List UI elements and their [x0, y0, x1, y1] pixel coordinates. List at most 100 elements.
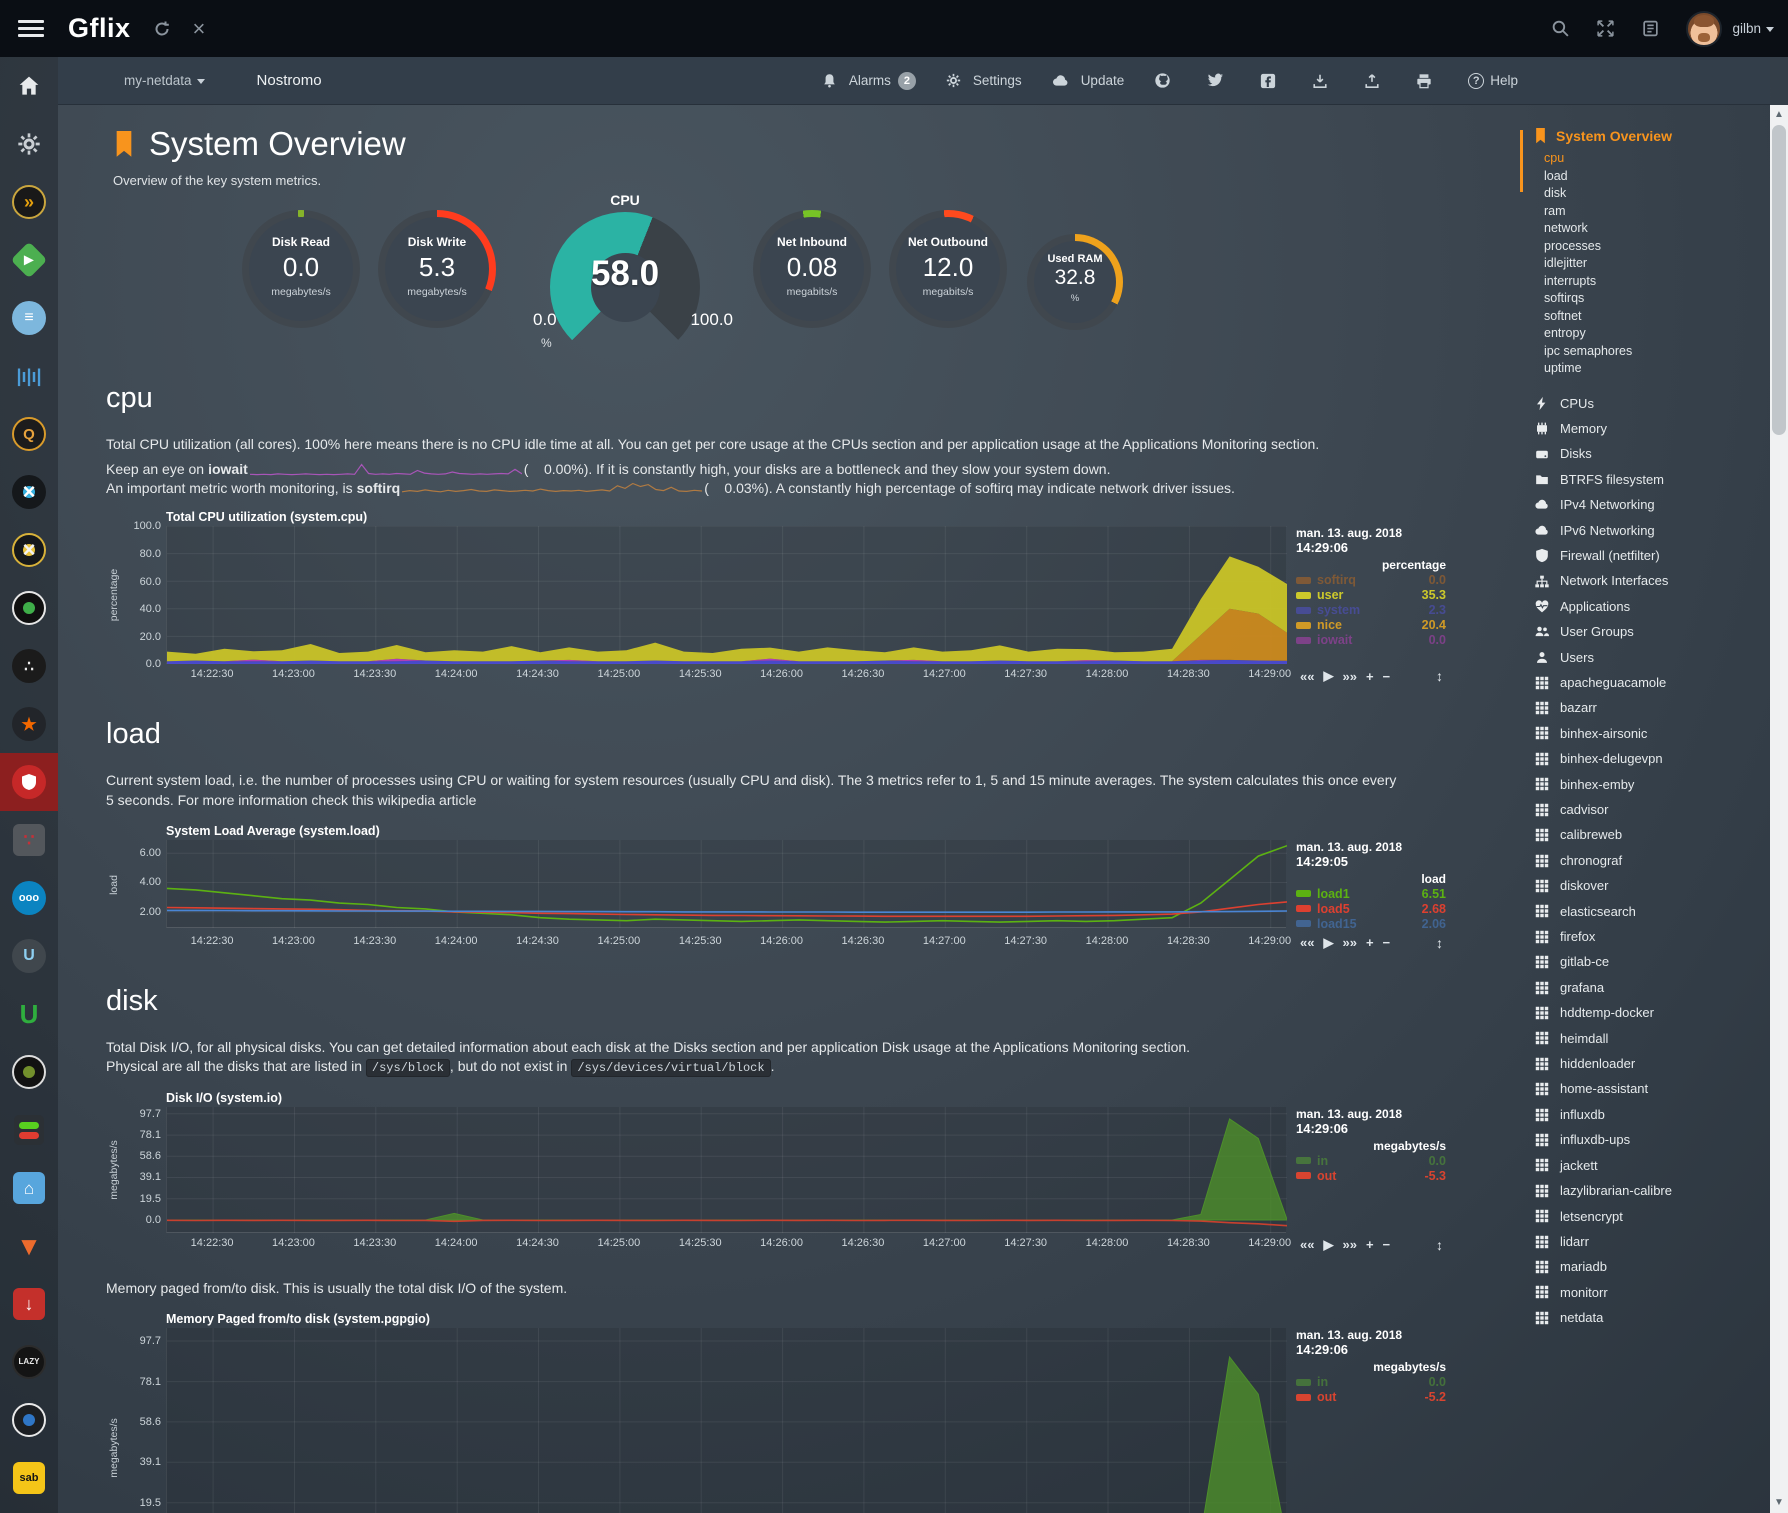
changelog-icon[interactable] [1641, 19, 1660, 38]
legend-row-in[interactable]: in0.0 [1296, 1154, 1446, 1168]
sidebar-item-processes[interactable]: processes [1520, 238, 1770, 256]
scroll-down-arrow[interactable]: ▼ [1770, 1495, 1788, 1511]
sidebar-section-cpus[interactable]: CPUs [1520, 391, 1770, 416]
scroll-up-arrow[interactable]: ▲ [1770, 107, 1788, 123]
app-icon-monitorr[interactable] [0, 1101, 58, 1159]
scrollbar-thumb[interactable] [1772, 125, 1786, 435]
refresh-icon[interactable] [153, 20, 171, 38]
sidebar-app-hddtemp-docker[interactable]: hddtemp-docker [1520, 1000, 1770, 1025]
sidebar-app-binhex-emby[interactable]: binhex-emby [1520, 772, 1770, 797]
sidebar-item-ram[interactable]: ram [1520, 203, 1770, 221]
app-icon-unifi[interactable]: U [0, 927, 58, 985]
play-button[interactable]: ▶ [1323, 935, 1333, 951]
sidebar-app-lazylibrarian-calibre[interactable]: lazylibrarian-calibre [1520, 1178, 1770, 1203]
app-icon-calibre-web[interactable]: ≡ [0, 289, 58, 347]
sidebar-app-diskover[interactable]: diskover [1520, 873, 1770, 898]
sidebar-app-grafana[interactable]: grafana [1520, 975, 1770, 1000]
legend-row-softirq[interactable]: softirq0.0 [1296, 573, 1446, 587]
sidebar-item-softnet[interactable]: softnet [1520, 308, 1770, 326]
sidebar-item-entropy[interactable]: entropy [1520, 325, 1770, 343]
close-icon[interactable]: × [193, 20, 206, 38]
username-menu[interactable]: gilbn [1732, 21, 1774, 36]
user-avatar[interactable] [1686, 11, 1722, 47]
sidebar-app-netdata[interactable]: netdata [1520, 1305, 1770, 1330]
legend-row-in[interactable]: in0.0 [1296, 1375, 1446, 1389]
sidebar-item-system-overview[interactable]: System Overview [1520, 128, 1770, 144]
sidebar-item-idlejitter[interactable]: idlejitter [1520, 255, 1770, 273]
legend-row-out[interactable]: out-5.2 [1296, 1390, 1446, 1404]
sidebar-app-monitorr[interactable]: monitorr [1520, 1280, 1770, 1305]
host-dropdown[interactable]: my-netdata [124, 73, 205, 88]
app-icon-youtube-dl[interactable]: ↓ [0, 1275, 58, 1333]
sidebar-app-gitlab-ce[interactable]: gitlab-ce [1520, 949, 1770, 974]
app-icon-app-beret[interactable] [0, 1043, 58, 1101]
chart-plot-area[interactable] [166, 840, 1286, 928]
app-icon-nextcloud[interactable]: ooo [0, 869, 58, 927]
app-icon-settings[interactable] [0, 115, 58, 173]
sidebar-app-binhex-delugevpn[interactable]: binhex-delugevpn [1520, 746, 1770, 771]
chart-plot-area[interactable] [166, 526, 1286, 664]
app-icon-app-green-dot[interactable] [0, 579, 58, 637]
skip-backward-button[interactable]: «« [1300, 1237, 1314, 1252]
sidebar-section-network-interfaces[interactable]: Network Interfaces [1520, 568, 1770, 593]
sidebar-item-ipc-semaphores[interactable]: ipc semaphores [1520, 343, 1770, 361]
github-icon[interactable] [1154, 72, 1177, 89]
chart-resize-handle[interactable]: ↕ [1436, 1237, 1443, 1253]
sidebar-item-softirqs[interactable]: softirqs [1520, 290, 1770, 308]
sidebar-section-ipv6-networking[interactable]: IPv6 Networking [1520, 518, 1770, 543]
zoom-in-button[interactable]: + [1366, 1237, 1374, 1252]
app-icon-sabnzbd[interactable]: sab [0, 1449, 58, 1507]
update-button[interactable]: Update [1052, 73, 1125, 88]
chart-resize-handle[interactable]: ↕ [1436, 935, 1443, 951]
legend-row-nice[interactable]: nice20.4 [1296, 618, 1446, 632]
sidebar-item-disk[interactable]: disk [1520, 185, 1770, 203]
app-icon-lazylibrarian[interactable]: LAZY [0, 1333, 58, 1391]
sidebar-app-jackett[interactable]: jackett [1520, 1153, 1770, 1178]
print-icon[interactable] [1416, 73, 1438, 89]
skip-forward-button[interactable]: »» [1342, 935, 1356, 950]
app-icon-grafana[interactable]: ★ [0, 695, 58, 753]
download-icon[interactable] [1312, 73, 1334, 89]
sidebar-app-elasticsearch[interactable]: elasticsearch [1520, 899, 1770, 924]
upload-icon[interactable] [1364, 73, 1386, 89]
chart-plot-area[interactable] [166, 1107, 1286, 1233]
skip-forward-button[interactable]: »» [1342, 669, 1356, 684]
sidebar-section-user-groups[interactable]: User Groups [1520, 619, 1770, 644]
sidebar-app-cadvisor[interactable]: cadvisor [1520, 797, 1770, 822]
app-icon-jackett[interactable]: Q [0, 405, 58, 463]
app-icon-emby[interactable]: ▶ [0, 231, 58, 289]
sidebar-item-load[interactable]: load [1520, 168, 1770, 186]
alarms-button[interactable]: Alarms 2 [822, 72, 916, 90]
sidebar-app-influxdb[interactable]: influxdb [1520, 1102, 1770, 1127]
app-icon-app-green-u[interactable]: U [0, 985, 58, 1043]
sidebar-app-apacheguacamole[interactable]: apacheguacamole [1520, 670, 1770, 695]
legend-row-load1[interactable]: load16.51 [1296, 887, 1446, 901]
legend-row-load5[interactable]: load52.68 [1296, 902, 1446, 916]
skip-forward-button[interactable]: »» [1342, 1237, 1356, 1252]
sidebar-app-firefox[interactable]: firefox [1520, 924, 1770, 949]
sidebar-app-chronograf[interactable]: chronograf [1520, 848, 1770, 873]
app-icon-gitlab[interactable]: ▼ [0, 1217, 58, 1275]
play-button[interactable]: ▶ [1323, 668, 1333, 684]
sidebar-app-letsencrypt[interactable]: letsencrypt [1520, 1204, 1770, 1229]
legend-row-iowait[interactable]: iowait0.0 [1296, 633, 1446, 647]
sidebar-app-mariadb[interactable]: mariadb [1520, 1254, 1770, 1279]
app-icon-plex[interactable]: » [0, 173, 58, 231]
app-icon-app-molecule[interactable]: ∴ [0, 637, 58, 695]
app-icon-netdata-active[interactable] [0, 753, 58, 811]
sidebar-app-binhex-airsonic[interactable]: binhex-airsonic [1520, 721, 1770, 746]
hamburger-menu-icon[interactable] [18, 16, 44, 41]
legend-row-load15[interactable]: load152.06 [1296, 917, 1446, 931]
sidebar-section-ipv4-networking[interactable]: IPv4 Networking [1520, 492, 1770, 517]
app-icon-heimdall[interactable]: ⌂ [0, 1159, 58, 1217]
zoom-in-button[interactable]: + [1366, 669, 1374, 684]
sidebar-section-users[interactable]: Users [1520, 645, 1770, 670]
app-icon-app-x-yellow[interactable]: × [0, 521, 58, 579]
sidebar-app-bazarr[interactable]: bazarr [1520, 695, 1770, 720]
search-icon[interactable] [1551, 19, 1570, 38]
fullscreen-icon[interactable] [1596, 19, 1615, 38]
app-icon-airsonic[interactable]: |ı|ı| [0, 347, 58, 405]
skip-backward-button[interactable]: «« [1300, 669, 1314, 684]
app-icon-app-x-blue[interactable]: × [0, 463, 58, 521]
legend-row-user[interactable]: user35.3 [1296, 588, 1446, 602]
